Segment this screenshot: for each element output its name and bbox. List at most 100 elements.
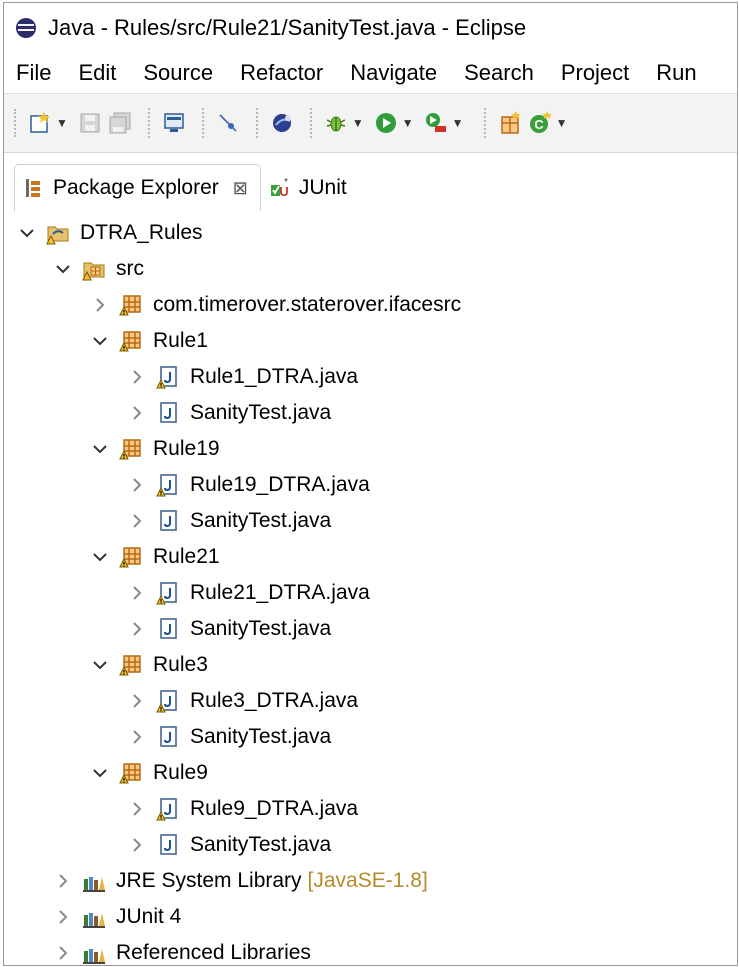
- package-explorer-icon: [26, 179, 40, 197]
- menu-navigate[interactable]: Navigate: [350, 60, 437, 86]
- menu-refactor[interactable]: Refactor: [240, 60, 323, 86]
- open-perspective-button[interactable]: [270, 111, 294, 135]
- external-tools-icon: [425, 113, 446, 132]
- new-button[interactable]: ▼: [28, 111, 72, 135]
- external-tools-dropdown-icon[interactable]: ▼: [452, 116, 464, 130]
- chevron-right-icon[interactable]: [52, 870, 74, 892]
- new-class-dropdown-icon[interactable]: ▼: [556, 116, 568, 130]
- tree-node-label: Rule3: [153, 653, 208, 676]
- chevron-right-icon[interactable]: [126, 510, 148, 532]
- toolbar-separator: [201, 108, 206, 138]
- package-icon: [119, 653, 143, 677]
- debug-dropdown-icon[interactable]: ▼: [352, 116, 364, 130]
- save-icon: [80, 113, 100, 133]
- tree-node-label: Rule9: [153, 761, 208, 784]
- window-title: Java - Rules/src/Rule21/SanityTest.java …: [48, 15, 527, 40]
- chevron-right-icon[interactable]: [126, 798, 148, 820]
- tree-node-java-file[interactable]: SanityTest.java: [4, 611, 737, 647]
- tree-node-java-file[interactable]: SanityTest.java: [4, 395, 737, 431]
- java-file-warning-icon: [156, 473, 180, 497]
- chevron-down-icon[interactable]: [89, 438, 111, 460]
- tree-node-java-file[interactable]: Rule9_DTRA.java: [4, 791, 737, 827]
- new-java-class-button[interactable]: C ▼: [528, 111, 572, 135]
- chevron-right-icon[interactable]: [52, 906, 74, 928]
- tree-node-package[interactable]: Rule1: [4, 323, 737, 359]
- java-file-warning-icon: [156, 689, 180, 713]
- tree-node-package[interactable]: com.timerover.staterover.ifacesrc: [4, 287, 737, 323]
- external-tools-button[interactable]: ▼: [424, 111, 468, 135]
- chevron-down-icon[interactable]: [89, 762, 111, 784]
- chevron-down-icon[interactable]: [16, 222, 38, 244]
- tree-node-label: com.timerover.staterover.ifacesrc: [153, 293, 462, 316]
- menu-run[interactable]: Run: [656, 60, 696, 86]
- chevron-right-icon[interactable]: [126, 474, 148, 496]
- chevron-right-icon[interactable]: [126, 618, 148, 640]
- skip-breakpoints-icon: [219, 114, 237, 132]
- run-button[interactable]: ▼: [374, 111, 418, 135]
- new-dropdown-icon[interactable]: ▼: [56, 116, 68, 130]
- tab-junit[interactable]: U * JUnit: [261, 165, 359, 211]
- chevron-right-icon[interactable]: [126, 690, 148, 712]
- tree-node-library[interactable]: JUnit 4: [4, 899, 737, 935]
- toolbar-separator: [147, 108, 152, 138]
- new-class-icon: C: [529, 111, 552, 133]
- java-file-icon: [156, 617, 180, 641]
- tree-node-label: SanityTest.java: [190, 833, 332, 856]
- chevron-down-icon[interactable]: [89, 654, 111, 676]
- package-icon: [119, 437, 143, 461]
- tree-node-package[interactable]: Rule9: [4, 755, 737, 791]
- tree-node-java-file[interactable]: Rule3_DTRA.java: [4, 683, 737, 719]
- tree-node-label: Rule1: [153, 329, 208, 352]
- skip-breakpoints-button[interactable]: [216, 111, 240, 135]
- save-all-button[interactable]: [108, 111, 132, 135]
- chevron-right-icon[interactable]: [126, 366, 148, 388]
- eclipse-window: Java - Rules/src/Rule21/SanityTest.java …: [3, 2, 738, 966]
- tree-node-java-file[interactable]: Rule21_DTRA.java: [4, 575, 737, 611]
- tree-node-package[interactable]: Rule3: [4, 647, 737, 683]
- close-icon[interactable]: ⊠: [233, 178, 248, 199]
- tree-node-package[interactable]: Rule21: [4, 539, 737, 575]
- tree-node-label: SanityTest.java: [190, 509, 332, 532]
- menu-edit[interactable]: Edit: [78, 60, 116, 86]
- package-icon: [119, 545, 143, 569]
- open-console-button[interactable]: [162, 111, 186, 135]
- chevron-down-icon[interactable]: [52, 258, 74, 280]
- package-icon: [119, 761, 143, 785]
- main-toolbar: ▼ ▼ ▼ ▼ C ▼: [4, 93, 737, 153]
- monitor-icon: [164, 113, 184, 132]
- chevron-right-icon[interactable]: [126, 582, 148, 604]
- toolbar-grip[interactable]: [14, 109, 20, 137]
- tab-package-explorer[interactable]: Package Explorer ⊠: [14, 164, 261, 211]
- java-file-warning-icon: [156, 365, 180, 389]
- tree-node-project[interactable]: DTRA_Rules: [4, 215, 737, 251]
- tree-node-java-file[interactable]: SanityTest.java: [4, 827, 737, 863]
- new-java-package-button[interactable]: [498, 111, 522, 135]
- chevron-right-icon[interactable]: [126, 834, 148, 856]
- tree-node-java-file[interactable]: Rule1_DTRA.java: [4, 359, 737, 395]
- debug-button[interactable]: ▼: [324, 111, 368, 135]
- tree-node-library[interactable]: JRE System Library [JavaSE-1.8]: [4, 863, 737, 899]
- chevron-right-icon[interactable]: [52, 942, 74, 964]
- tree-node-java-file[interactable]: SanityTest.java: [4, 719, 737, 755]
- chevron-down-icon[interactable]: [89, 546, 111, 568]
- menu-search[interactable]: Search: [464, 60, 534, 86]
- tree-node-src[interactable]: src: [4, 251, 737, 287]
- tree-node-label: Rule19_DTRA.java: [190, 473, 370, 496]
- chevron-down-icon[interactable]: [89, 330, 111, 352]
- tree-node-package[interactable]: Rule19: [4, 431, 737, 467]
- menu-file[interactable]: File: [16, 60, 51, 86]
- tree-node-java-file[interactable]: Rule19_DTRA.java: [4, 467, 737, 503]
- chevron-right-icon[interactable]: [126, 726, 148, 748]
- tree-node-label: JUnit 4: [116, 905, 182, 928]
- tab-package-explorer-label: Package Explorer: [53, 176, 219, 199]
- chevron-right-icon[interactable]: [89, 294, 111, 316]
- tree-node-label: SanityTest.java: [190, 401, 332, 424]
- menu-project[interactable]: Project: [561, 60, 629, 86]
- tree-node-library[interactable]: Referenced Libraries: [4, 935, 737, 965]
- run-dropdown-icon[interactable]: ▼: [402, 116, 414, 130]
- menu-source[interactable]: Source: [143, 60, 213, 86]
- save-button[interactable]: [78, 111, 102, 135]
- tree-node-java-file[interactable]: SanityTest.java: [4, 503, 737, 539]
- chevron-right-icon[interactable]: [126, 402, 148, 424]
- toolbar-separator: [309, 108, 314, 138]
